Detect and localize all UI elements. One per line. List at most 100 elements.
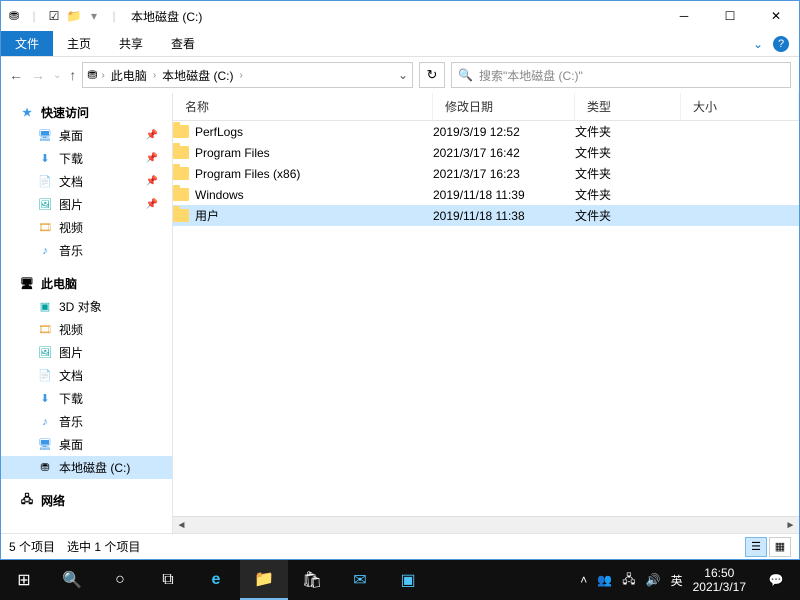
view-details-button[interactable]: ☰ xyxy=(745,537,767,557)
status-selected: 选中 1 个项目 xyxy=(67,538,140,555)
col-date[interactable]: 修改日期 xyxy=(433,93,575,120)
nav-item-label: 3D 对象 xyxy=(59,298,102,315)
nav-item-icon: 🎞 xyxy=(37,220,53,236)
taskview-button[interactable]: ⧉ xyxy=(144,560,192,600)
chevron-right-icon[interactable]: › xyxy=(153,70,156,81)
search-button[interactable]: 🔍 xyxy=(48,560,96,600)
nav-item[interactable]: 🖼图片📌 xyxy=(1,193,172,216)
nav-item-label: 图片 xyxy=(59,344,83,361)
app-button[interactable]: ▣ xyxy=(384,560,432,600)
recent-dropdown[interactable]: ⌄ xyxy=(53,70,61,81)
col-name[interactable]: 名称 xyxy=(173,93,433,120)
qat-properties-icon[interactable]: ☑ xyxy=(45,9,63,23)
file-name: PerfLogs xyxy=(195,125,243,139)
forward-button[interactable]: → xyxy=(31,67,45,83)
nav-item[interactable]: ♪音乐 xyxy=(1,410,172,433)
file-date: 2019/11/18 11:39 xyxy=(433,188,575,202)
file-name: Program Files xyxy=(195,146,270,160)
nav-item[interactable]: 🎞视频 xyxy=(1,216,172,239)
pin-icon: 📌 xyxy=(146,153,158,164)
close-button[interactable]: ✕ xyxy=(753,1,799,31)
pc-icon: 🖥 xyxy=(19,276,35,292)
nav-item-icon: ⛃ xyxy=(37,460,53,476)
nav-item[interactable]: ⬇下载 xyxy=(1,387,172,410)
folder-icon xyxy=(173,209,189,222)
help-icon[interactable]: ? xyxy=(773,36,789,52)
nav-item-label: 音乐 xyxy=(59,413,83,430)
tray-clock[interactable]: 16:50 2021/3/17 xyxy=(693,566,746,595)
tray-people-icon[interactable]: 👥 xyxy=(597,573,612,587)
nav-item-label: 文档 xyxy=(59,173,83,190)
up-button[interactable]: ↑ xyxy=(69,67,76,83)
address-bar[interactable]: ⛃ › 此电脑 › 本地磁盘 (C:) › ⌄ xyxy=(82,62,413,88)
nav-item[interactable]: ♪音乐 xyxy=(1,239,172,262)
minimize-button[interactable]: ─ xyxy=(661,1,707,31)
tray-network-icon[interactable]: 🖧 xyxy=(622,570,635,591)
table-row[interactable]: Program Files2021/3/17 16:42文件夹 xyxy=(173,142,799,163)
file-name: Windows xyxy=(195,188,244,202)
explorer-button[interactable]: 📁 xyxy=(240,560,288,600)
file-rows[interactable]: PerfLogs2019/3/19 12:52文件夹 Program Files 2… xyxy=(173,121,799,516)
back-button[interactable]: ← xyxy=(9,67,23,83)
maximize-button[interactable]: ☐ xyxy=(707,1,753,31)
tray-volume-icon[interactable]: 🔊 xyxy=(646,573,661,587)
chevron-right-icon[interactable]: › xyxy=(101,70,104,81)
breadcrumb-drive[interactable]: 本地磁盘 (C:) xyxy=(160,67,235,84)
nav-item[interactable]: 📄文档📌 xyxy=(1,170,172,193)
horizontal-scrollbar[interactable]: ◄ ► xyxy=(173,516,799,533)
nav-pane[interactable]: ★ 快速访问 🖥桌面📌⬇下载📌📄文档📌🖼图片📌🎞视频♪音乐 🖥 此电脑 ▣3D … xyxy=(1,93,173,533)
nav-item-label: 视频 xyxy=(59,321,83,338)
address-row: ← → ⌄ ↑ ⛃ › 此电脑 › 本地磁盘 (C:) › ⌄ ↻ 🔍 搜索"本… xyxy=(1,57,799,93)
nav-item-label: 本地磁盘 (C:) xyxy=(59,459,130,476)
tab-view[interactable]: 查看 xyxy=(157,31,209,56)
address-dropdown-icon[interactable]: ⌄ xyxy=(398,68,408,82)
file-name: 用户 xyxy=(195,207,219,224)
nav-item[interactable]: 🎞视频 xyxy=(1,318,172,341)
start-button[interactable]: ⊞ xyxy=(0,560,48,600)
breadcrumb-pc[interactable]: 此电脑 xyxy=(109,67,149,84)
search-input[interactable]: 🔍 搜索"本地磁盘 (C:)" xyxy=(451,62,791,88)
nav-item[interactable]: ▣ 3D 对象 xyxy=(1,295,172,318)
tab-file[interactable]: 文件 xyxy=(1,31,53,56)
ribbon-expand-icon[interactable]: ⌄ xyxy=(753,37,763,51)
nav-quick-access[interactable]: ★ 快速访问 xyxy=(1,101,172,124)
chevron-right-icon[interactable]: › xyxy=(239,70,242,81)
nav-item[interactable]: 🖥桌面📌 xyxy=(1,124,172,147)
cortana-button[interactable]: ○ xyxy=(96,560,144,600)
search-icon: 🔍 xyxy=(458,68,473,82)
col-size[interactable]: 大小 xyxy=(681,93,799,120)
table-row[interactable]: Program Files (x86)2021/3/17 16:23文件夹 xyxy=(173,163,799,184)
drive-icon: ⛃ xyxy=(87,68,97,82)
nav-item-icon: ▣ xyxy=(37,299,53,315)
scroll-right-icon[interactable]: ► xyxy=(782,517,799,533)
tab-home[interactable]: 主页 xyxy=(53,31,105,56)
search-placeholder: 搜索"本地磁盘 (C:)" xyxy=(479,67,583,84)
table-row[interactable]: 用户2019/11/18 11:38文件夹 xyxy=(173,205,799,226)
col-type[interactable]: 类型 xyxy=(575,93,681,120)
nav-this-pc[interactable]: 🖥 此电脑 xyxy=(1,272,172,295)
table-row[interactable]: PerfLogs2019/3/19 12:52文件夹 xyxy=(173,121,799,142)
column-headers: 名称 修改日期 类型 大小 xyxy=(173,93,799,121)
store-button[interactable]: 🛍 xyxy=(288,560,336,600)
tray-expand-icon[interactable]: ˄ xyxy=(580,573,587,587)
qat-dropdown-icon[interactable]: ▾ xyxy=(85,9,103,23)
view-large-button[interactable]: ▦ xyxy=(769,537,791,557)
nav-network[interactable]: 🖧 网络 xyxy=(1,489,172,512)
window-title: 本地磁盘 (C:) xyxy=(127,8,202,25)
tab-share[interactable]: 共享 xyxy=(105,31,157,56)
tray-ime[interactable]: 英 xyxy=(671,572,683,589)
scroll-left-icon[interactable]: ◄ xyxy=(173,517,190,533)
refresh-button[interactable]: ↻ xyxy=(419,62,445,88)
edge-button[interactable]: e xyxy=(192,560,240,600)
nav-item[interactable]: 🖥桌面 xyxy=(1,433,172,456)
nav-item[interactable]: ⬇下载📌 xyxy=(1,147,172,170)
file-list: 名称 修改日期 类型 大小 PerfLogs2019/3/19 12:52文件夹… xyxy=(173,93,799,533)
nav-item[interactable]: 📄文档 xyxy=(1,364,172,387)
table-row[interactable]: Windows2019/11/18 11:39文件夹 xyxy=(173,184,799,205)
nav-item[interactable]: 🖼图片 xyxy=(1,341,172,364)
mail-button[interactable]: ✉ xyxy=(336,560,384,600)
file-date: 2021/3/17 16:42 xyxy=(433,146,575,160)
notifications-button[interactable]: 💬 xyxy=(756,560,796,600)
nav-item[interactable]: ⛃ 本地磁盘 (C:) xyxy=(1,456,172,479)
folder-icon xyxy=(173,188,189,201)
